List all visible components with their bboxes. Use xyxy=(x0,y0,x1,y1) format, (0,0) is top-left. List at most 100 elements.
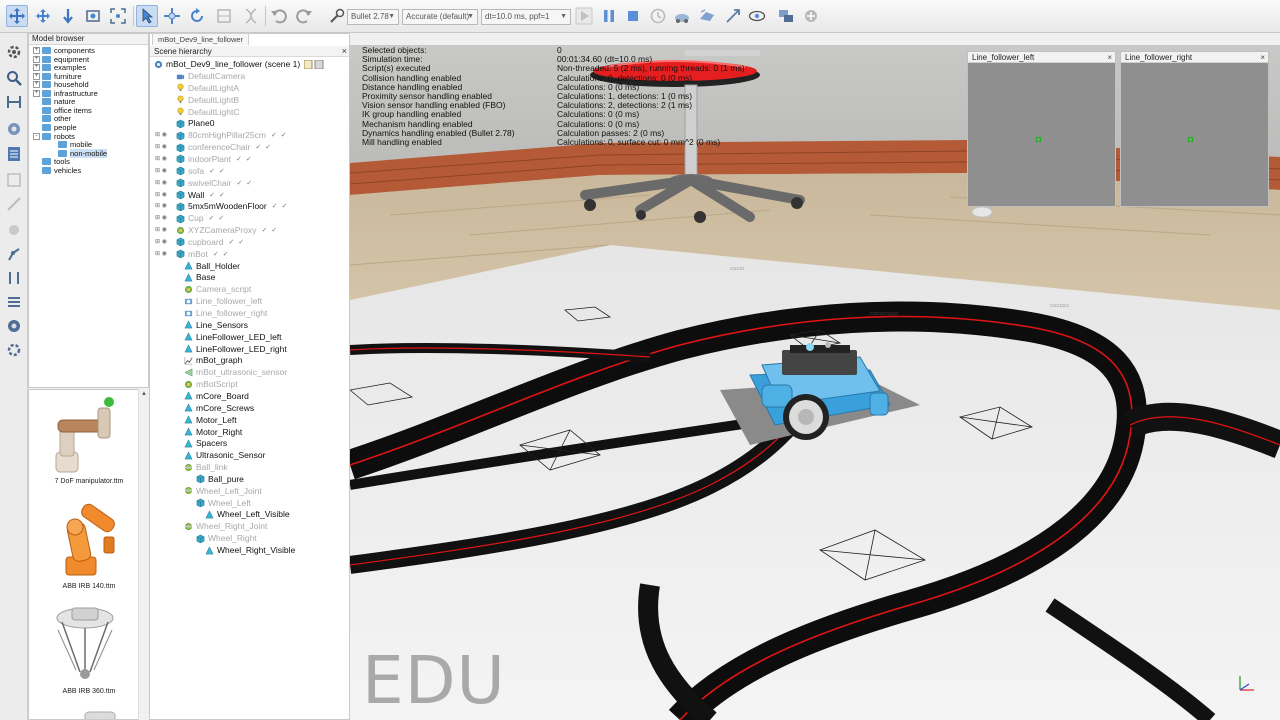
scene-object-node[interactable]: conferenceChair ✓ ✓ xyxy=(176,141,272,153)
transfer-dna-icon[interactable] xyxy=(240,5,262,27)
scene-script-icons[interactable] xyxy=(304,59,324,69)
scene-object-node[interactable]: mCore_Screws xyxy=(184,402,254,414)
expand-icon[interactable]: ⊞ ◉ xyxy=(155,250,167,257)
scene-object-node[interactable]: sofa ✓ ✓ xyxy=(176,165,226,177)
assemble-icon[interactable] xyxy=(213,5,235,27)
scene-object-node[interactable]: Camera_script xyxy=(184,283,251,295)
scene-selector-icon[interactable] xyxy=(800,5,822,27)
line-follower-left-view[interactable]: Line_follower_left × xyxy=(967,51,1116,207)
scene-object-node[interactable]: Motor_Left xyxy=(184,414,237,426)
collections-icon[interactable] xyxy=(3,291,25,313)
speed-up-icon[interactable] xyxy=(696,5,718,27)
line-follower-right-view[interactable]: Line_follower_right × xyxy=(1120,51,1269,207)
scene-object-node[interactable]: Ultrasonic_Sensor xyxy=(184,449,265,461)
stop-icon[interactable] xyxy=(622,5,644,27)
scene-object-node[interactable]: Ball_Holder xyxy=(184,260,240,272)
scene-object-node[interactable]: Wheel_Left_Joint xyxy=(184,485,262,497)
scene-hierarchy-icon[interactable] xyxy=(3,143,25,165)
undo-icon[interactable] xyxy=(268,5,290,27)
pause-icon[interactable] xyxy=(598,5,620,27)
slow-down-icon[interactable] xyxy=(671,5,693,27)
path-edit-icon[interactable] xyxy=(3,193,25,215)
camera-shift-icon[interactable] xyxy=(57,5,79,27)
scene-object-node[interactable]: DefaultLightA xyxy=(176,82,239,94)
object-shift-icon[interactable] xyxy=(161,5,183,27)
close-icon[interactable]: × xyxy=(1107,52,1112,63)
click-select-icon[interactable] xyxy=(136,5,158,27)
scene-object-node[interactable]: DefaultLightB xyxy=(176,94,239,106)
close-icon[interactable]: × xyxy=(342,46,347,57)
mechanism-icon[interactable] xyxy=(3,267,25,289)
scene-object-node[interactable]: Wall ✓ ✓ xyxy=(176,189,226,201)
redo-icon[interactable] xyxy=(293,5,315,27)
scene-object-node[interactable]: mBot_ultrasonic_sensor xyxy=(184,366,287,378)
scene-object-node[interactable]: XYZCameraProxy ✓ ✓ xyxy=(176,224,278,236)
fit-to-view-icon[interactable] xyxy=(107,5,129,27)
expand-icon[interactable]: ⊞ ◉ xyxy=(155,167,167,174)
toggle-visualization-icon[interactable] xyxy=(746,5,768,27)
expander-icon[interactable]: - xyxy=(33,132,40,140)
scripts-icon[interactable] xyxy=(3,315,25,337)
scene-object-node[interactable]: Line_follower_left xyxy=(184,295,262,307)
play-icon[interactable] xyxy=(573,5,595,27)
camera-opening-icon[interactable] xyxy=(82,5,104,27)
scene-object-node[interactable]: Wheel_Right xyxy=(196,532,257,544)
scene-object-node[interactable]: Motor_Right xyxy=(184,426,242,438)
scene-object-node[interactable]: LineFollower_LED_right xyxy=(184,343,287,355)
scene-object-node[interactable]: Plane0 xyxy=(176,117,214,129)
accuracy-select[interactable]: Accurate (default) ▼ xyxy=(402,9,478,25)
scene-object-node[interactable]: Ball_pure xyxy=(196,473,244,485)
expand-icon[interactable]: ⊞ ◉ xyxy=(155,202,167,209)
expand-icon[interactable]: ⊞ ◉ xyxy=(155,155,167,162)
scene-object-node[interactable]: Wheel_Left_Visible xyxy=(205,508,290,520)
scene-object-node[interactable]: swivelChair ✓ ✓ xyxy=(176,177,253,189)
abb-irb360-thumbnail[interactable] xyxy=(44,600,126,688)
user-settings-icon[interactable] xyxy=(3,339,25,361)
expander-icon[interactable]: + xyxy=(33,81,40,89)
scene-root-node[interactable]: mBot_Dev9_line_follower (scene 1) xyxy=(154,58,324,70)
manipulator-thumbnail[interactable] xyxy=(46,392,126,477)
scene-object-node[interactable]: Ball_link xyxy=(184,461,228,473)
expander-icon[interactable]: + xyxy=(33,64,40,72)
timestep-select[interactable]: dt=10.0 ms, ppf=1 ▼ xyxy=(481,9,571,25)
model-browser-icon[interactable] xyxy=(3,118,25,140)
expand-icon[interactable]: ⊞ ◉ xyxy=(155,214,167,221)
scene-object-node[interactable]: mBot ✓ ✓ xyxy=(176,248,230,260)
expand-icon[interactable]: ⊞ ◉ xyxy=(155,191,167,198)
scene-object-node[interactable]: Cup ✓ ✓ xyxy=(176,212,225,224)
scene-object-node[interactable]: Spacers xyxy=(184,437,227,449)
scene-object-node[interactable]: Line_follower_right xyxy=(184,307,267,319)
camera-rotate-icon[interactable] xyxy=(32,5,54,27)
thumbnail-scrollbar[interactable]: ▲ xyxy=(138,389,149,720)
expand-icon[interactable]: ⊞ ◉ xyxy=(155,226,167,233)
scene-object-node[interactable]: Base xyxy=(184,271,215,283)
page-selector-icon[interactable] xyxy=(775,5,797,27)
scene-object-node[interactable]: mBotScript xyxy=(184,378,238,390)
scene-object-node[interactable]: indoorPlant ✓ ✓ xyxy=(176,153,253,165)
scene-object-node[interactable]: Wheel_Left xyxy=(196,497,251,509)
scene-object-node[interactable]: cupboard ✓ ✓ xyxy=(176,236,245,248)
model-folder-item[interactable]: vehicles xyxy=(33,166,81,175)
scene-tab[interactable]: mBot_Dev9_line_follower xyxy=(152,33,250,45)
scene-object-node[interactable]: mCore_Board xyxy=(184,390,249,402)
expander-icon[interactable]: + xyxy=(33,55,40,63)
calculation-module-icon[interactable] xyxy=(3,219,25,241)
expand-icon[interactable]: ⊞ ◉ xyxy=(155,179,167,186)
expander-icon[interactable]: + xyxy=(33,72,40,80)
scene-object-node[interactable]: Wheel_Right_Joint xyxy=(184,520,267,532)
close-icon[interactable]: × xyxy=(1260,52,1265,63)
selection-icon[interactable] xyxy=(3,169,25,191)
expand-icon[interactable]: ⊞ ◉ xyxy=(155,131,167,138)
dynamics-settings-icon[interactable] xyxy=(326,5,348,27)
abb-irb140-thumbnail[interactable] xyxy=(44,495,126,580)
model-thumbnails[interactable]: 7 DoF manipulator.ttm ABB IRB 140.ttm AB… xyxy=(28,389,149,720)
real-time-icon[interactable] xyxy=(647,5,669,27)
layers-icon[interactable] xyxy=(3,91,25,113)
scene-object-node[interactable]: 80cmHighPillar25cm ✓ ✓ xyxy=(176,129,288,141)
threaded-rendering-icon[interactable] xyxy=(722,5,744,27)
scene-object-node[interactable]: 5mx5mWoodenFloor ✓ ✓ xyxy=(176,200,288,212)
object-rotate-icon[interactable] xyxy=(186,5,208,27)
camera-pan-icon[interactable] xyxy=(6,5,28,27)
simulation-settings-icon[interactable] xyxy=(3,41,25,63)
scene-object-node[interactable]: DefaultCamera xyxy=(176,70,245,82)
